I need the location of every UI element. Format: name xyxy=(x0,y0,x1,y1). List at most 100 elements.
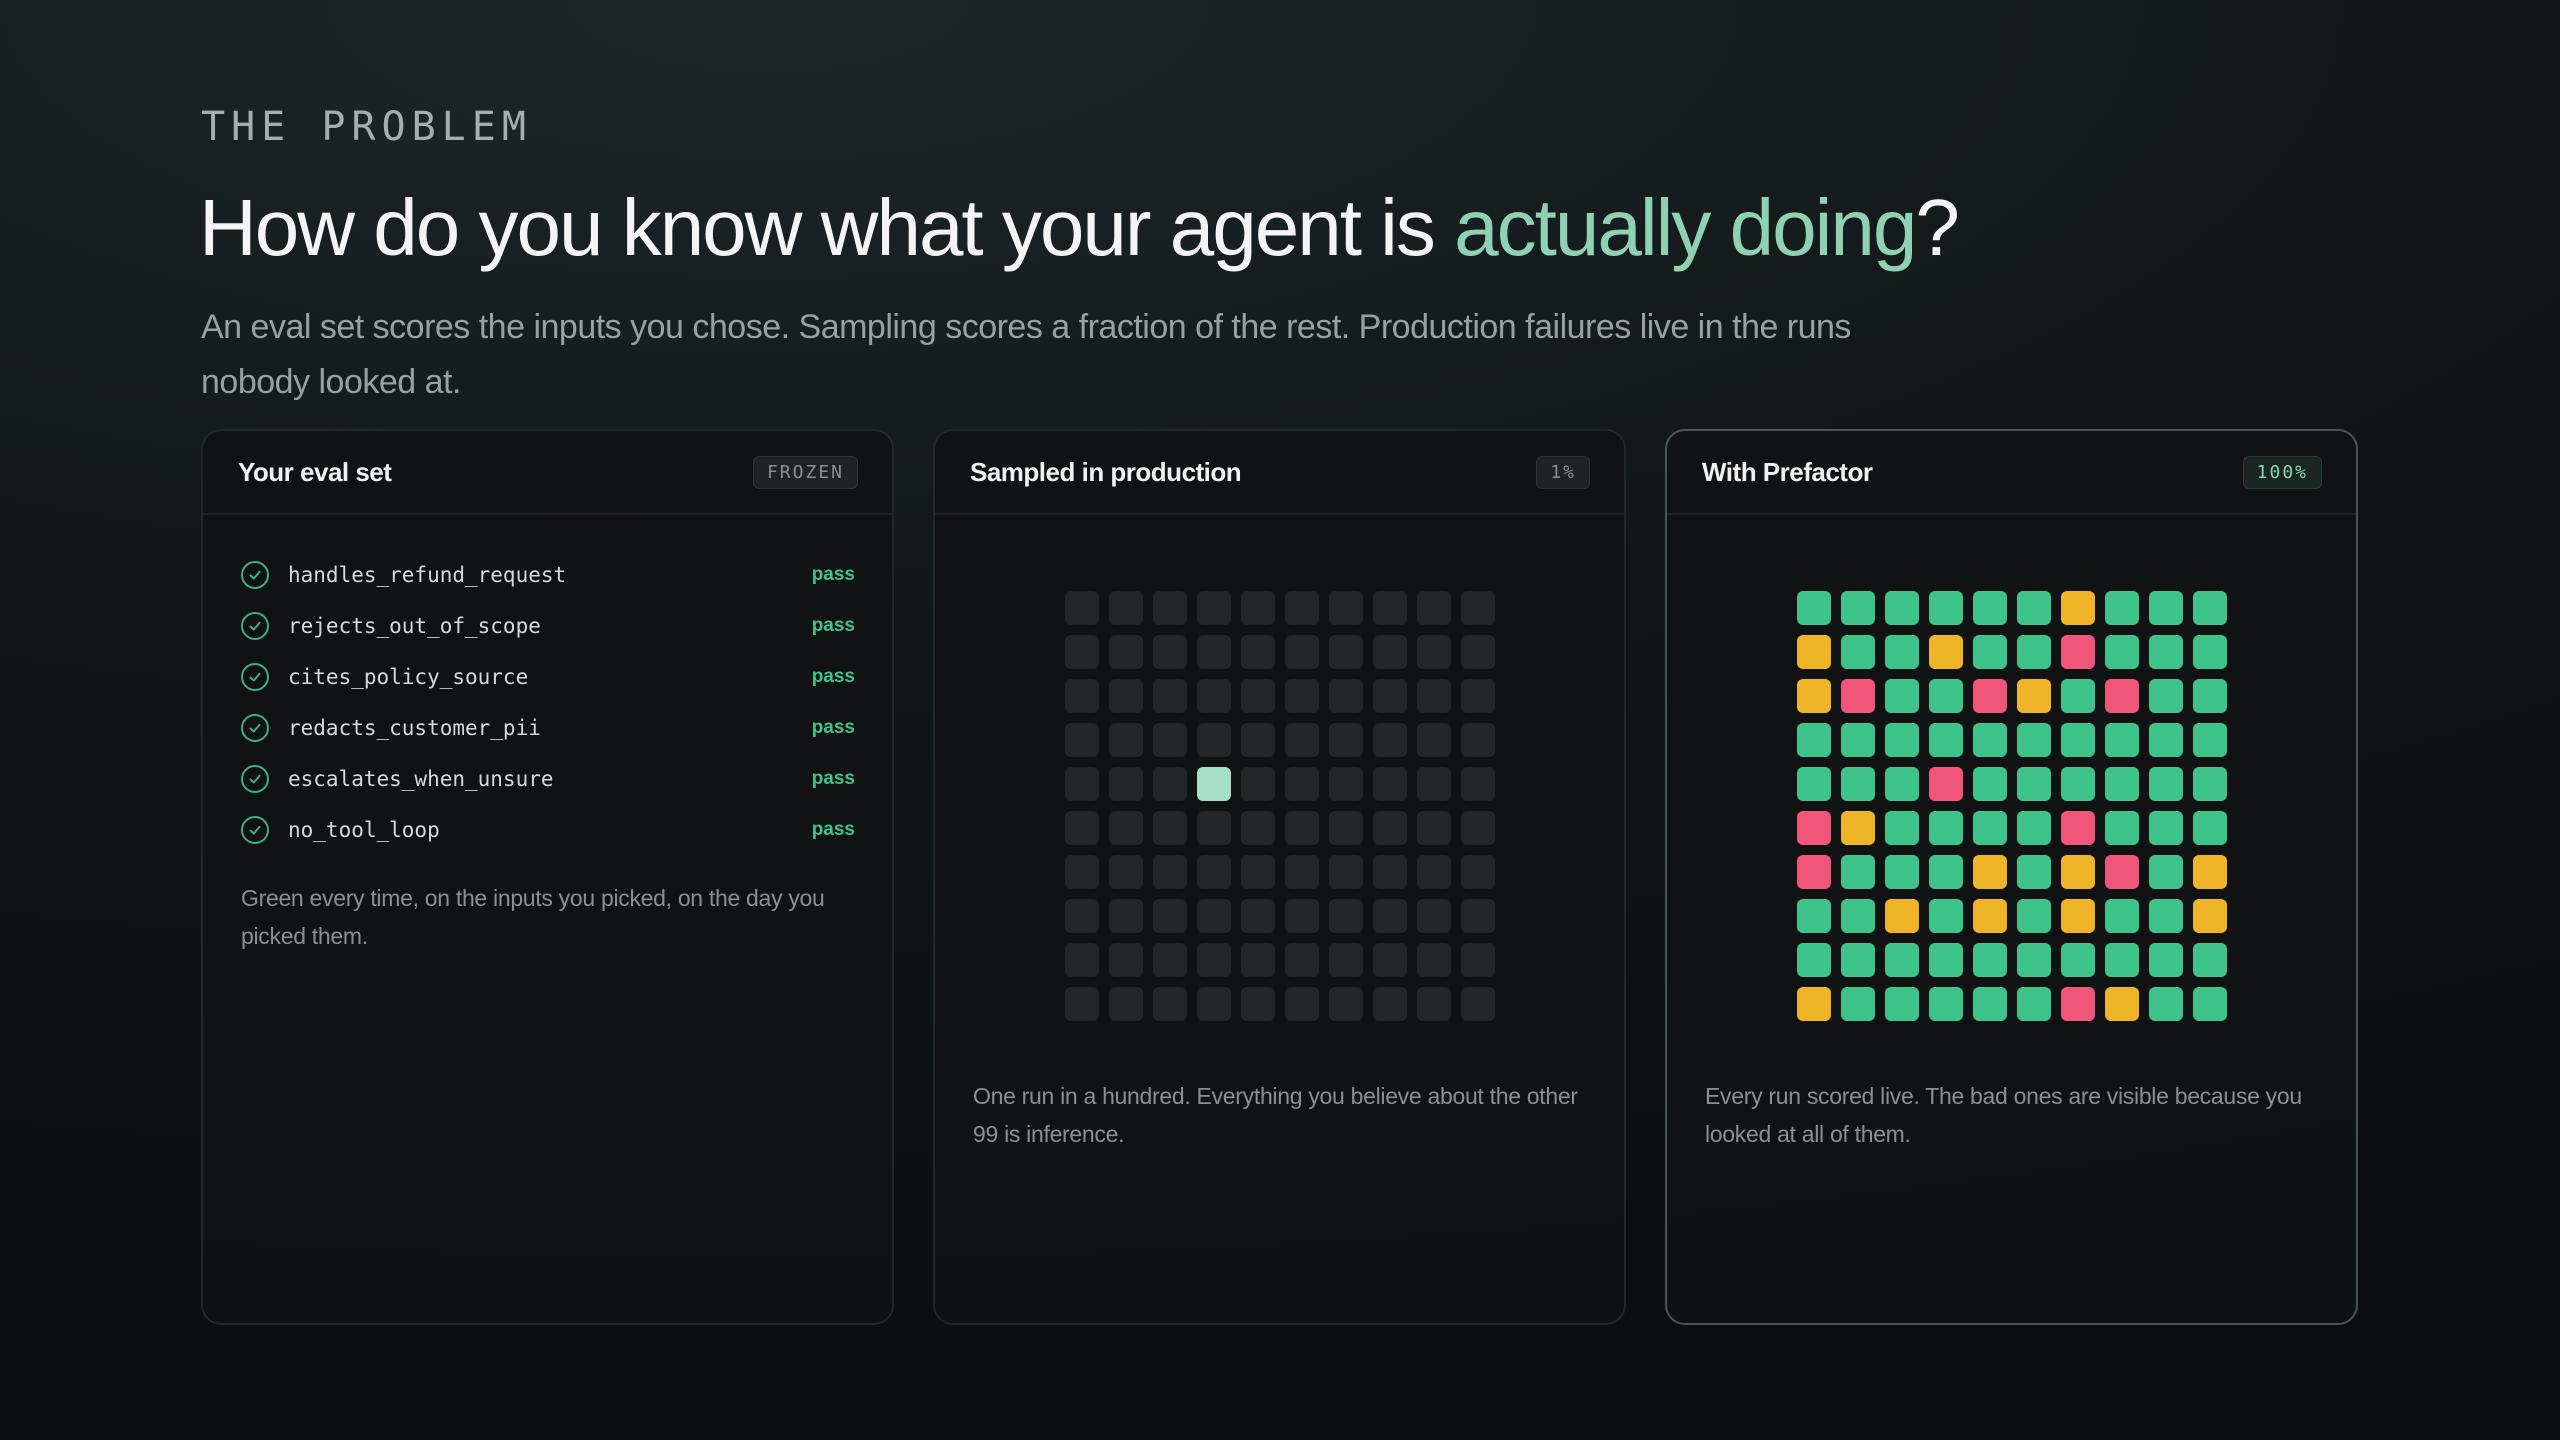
run-cell-unscored xyxy=(1372,943,1407,977)
check-circle-icon xyxy=(241,560,269,589)
run-cell-fail xyxy=(1928,767,1963,801)
run-cell-warn xyxy=(2104,987,2139,1021)
run-cell-unscored xyxy=(1328,899,1363,933)
run-cell-unscored xyxy=(1108,591,1143,625)
run-cell-pass xyxy=(2192,811,2227,845)
check-circle-icon xyxy=(241,815,269,844)
run-cell-pass xyxy=(2104,591,2139,625)
run-cell-pass xyxy=(2192,591,2227,625)
run-cell-unscored xyxy=(1064,855,1099,889)
run-cell-unscored xyxy=(1372,591,1407,625)
run-cell-warn xyxy=(2060,591,2095,625)
run-cell-unscored xyxy=(1240,591,1275,625)
run-cell-unscored xyxy=(1152,855,1187,889)
card-header: Your eval set FROZEN xyxy=(203,431,892,515)
run-cell-fail xyxy=(2104,855,2139,889)
run-cell-pass xyxy=(2016,855,2051,889)
run-cell-pass xyxy=(2148,899,2183,933)
run-cell-pass xyxy=(2148,987,2183,1021)
run-cell-unscored xyxy=(1064,591,1099,625)
run-cell-unscored xyxy=(1416,899,1451,933)
run-cell-unscored xyxy=(1152,723,1187,757)
run-cell-pass xyxy=(2148,723,2183,757)
run-cell-unscored xyxy=(1240,899,1275,933)
run-cell-unscored xyxy=(1284,767,1319,801)
run-cell-unscored xyxy=(1064,987,1099,1021)
section-eyebrow: THE PROBLEM xyxy=(201,104,532,150)
run-cell-pass xyxy=(1884,811,1919,845)
run-cell-fail xyxy=(2060,811,2095,845)
run-cell-unscored xyxy=(1328,723,1363,757)
run-cell-pass xyxy=(2148,855,2183,889)
run-cell-unscored xyxy=(1328,987,1363,1021)
run-cell-unscored xyxy=(1460,591,1495,625)
eval-name: handles_refund_request xyxy=(288,562,567,587)
run-cell-pass xyxy=(2104,899,2139,933)
check-circle-icon xyxy=(241,713,269,742)
run-cell-pass xyxy=(1796,899,1831,933)
run-cell-unscored xyxy=(1372,855,1407,889)
prefactor-run-grid xyxy=(1796,591,2227,1021)
run-cell-pass xyxy=(1928,811,1963,845)
run-cell-pass xyxy=(1840,899,1875,933)
eval-row: cites_policy_source pass xyxy=(241,651,855,702)
card-note: Green every time, on the inputs you pick… xyxy=(241,885,825,949)
run-cell-pass xyxy=(1928,987,1963,1021)
run-cell-unscored xyxy=(1240,987,1275,1021)
run-cell-unscored xyxy=(1328,767,1363,801)
run-cell-pass xyxy=(2016,635,2051,669)
run-cell-unscored xyxy=(1460,943,1495,977)
run-cell-unscored xyxy=(1416,767,1451,801)
run-cell-unscored xyxy=(1328,943,1363,977)
eval-name: cites_policy_source xyxy=(288,664,529,689)
run-cell-pass xyxy=(2016,811,2051,845)
card-title: Your eval set xyxy=(238,456,392,487)
coverage-badge: 100% xyxy=(2242,455,2322,489)
run-cell-unscored xyxy=(1196,811,1231,845)
run-cell-pass xyxy=(2192,635,2227,669)
run-cell-pass xyxy=(1928,679,1963,713)
run-cell-unscored xyxy=(1108,723,1143,757)
run-cell-pass xyxy=(1884,943,1919,977)
run-cell-pass xyxy=(1972,943,2007,977)
run-cell-unscored xyxy=(1108,767,1143,801)
page-headline: How do you know what your agent is actua… xyxy=(199,182,1960,274)
run-cell-unscored xyxy=(1416,723,1451,757)
card-note: Every run scored live. The bad ones are … xyxy=(1705,1083,2302,1147)
run-cell-unscored xyxy=(1108,679,1143,713)
run-cell-pass xyxy=(1884,679,1919,713)
run-cell-unscored xyxy=(1240,855,1275,889)
sample-rate-badge: 1% xyxy=(1536,455,1590,489)
run-cell-fail xyxy=(2060,635,2095,669)
card-header: Sampled in production 1% xyxy=(935,431,1624,515)
run-cell-fail xyxy=(1840,679,1875,713)
run-cell-unscored xyxy=(1152,767,1187,801)
run-cell-unscored xyxy=(1460,635,1495,669)
run-cell-sampled xyxy=(1196,767,1231,801)
run-grid-wrap xyxy=(935,591,1624,1021)
run-cell-pass xyxy=(2060,767,2095,801)
run-cell-fail xyxy=(1796,855,1831,889)
eval-list: handles_refund_request pass rejects_out_of… xyxy=(203,515,892,855)
eval-status: pass xyxy=(811,716,855,738)
run-cell-unscored xyxy=(1416,855,1451,889)
sampled-card: Sampled in production 1% One run in a hu… xyxy=(933,429,1626,1325)
run-cell-unscored xyxy=(1416,679,1451,713)
headline-question-mark: ? xyxy=(1915,183,1959,272)
run-cell-pass xyxy=(2192,987,2227,1021)
run-cell-pass xyxy=(1796,723,1831,757)
run-cell-pass xyxy=(2016,987,2051,1021)
run-cell-unscored xyxy=(1416,811,1451,845)
eval-row: handles_refund_request pass xyxy=(241,549,855,600)
run-cell-pass xyxy=(1840,591,1875,625)
run-cell-unscored xyxy=(1372,811,1407,845)
run-cell-pass xyxy=(2104,943,2139,977)
run-cell-pass xyxy=(1884,591,1919,625)
eval-set-card: Your eval set FROZEN handles_refund_requ… xyxy=(201,429,894,1325)
run-cell-warn xyxy=(2016,679,2051,713)
eval-row: no_tool_loop pass xyxy=(241,804,855,855)
card-title: With Prefactor xyxy=(1702,456,1873,487)
run-cell-pass xyxy=(1840,987,1875,1021)
run-cell-warn xyxy=(2060,899,2095,933)
run-cell-unscored xyxy=(1416,591,1451,625)
